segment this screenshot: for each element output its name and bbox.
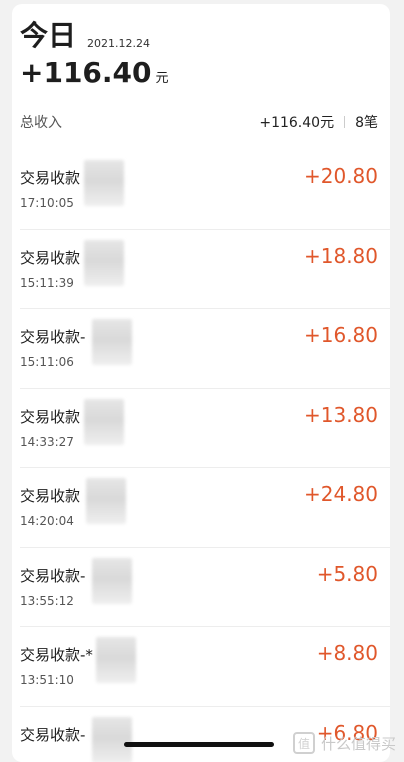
transaction-time: 13:51:10 xyxy=(20,673,74,687)
transaction-amount: +13.80 xyxy=(303,402,378,427)
transaction-row[interactable]: 交易收款 14:33:27 +13.80 xyxy=(20,389,390,468)
zhi-logo-icon: 值 xyxy=(292,732,315,754)
redacted-area xyxy=(92,557,132,604)
transaction-amount: +8.80 xyxy=(316,641,378,665)
transaction-amount: +18.80 xyxy=(303,243,378,268)
transaction-label: 交易收款 xyxy=(20,407,81,426)
summary-bar[interactable]: 总收入 +116.40元 8笔 xyxy=(20,108,378,136)
transaction-label: 交易收款- xyxy=(20,566,86,585)
summary-divider xyxy=(344,116,346,128)
transaction-time: 15:11:39 xyxy=(20,275,74,290)
redacted-area xyxy=(96,637,136,683)
summary-count: 8笔 xyxy=(355,115,378,131)
watermark: 值 什么值得买 xyxy=(292,732,396,754)
transaction-time: 14:33:27 xyxy=(20,434,74,449)
transaction-row[interactable]: 交易收款- 15:11:06 +16.80 xyxy=(20,309,390,389)
redacted-area xyxy=(86,478,126,524)
transaction-amount: +24.80 xyxy=(303,482,378,506)
summary-label: 总收入 xyxy=(20,115,62,131)
transaction-row[interactable]: 交易收款 17:10:05 +20.80 xyxy=(20,150,390,230)
redacted-area xyxy=(84,239,124,286)
transaction-amount: +16.80 xyxy=(303,323,378,347)
summary-right: +116.40元 8笔 xyxy=(259,112,378,132)
transaction-label: 交易收款-* xyxy=(20,646,93,664)
transaction-row[interactable]: 交易收款 15:11:39 +18.80 xyxy=(20,230,390,309)
transaction-row[interactable]: 交易收款- 13:55:12 +5.80 xyxy=(20,548,390,627)
transaction-time: 15:11:06 xyxy=(20,355,74,369)
transaction-amount: +5.80 xyxy=(316,561,378,586)
transaction-label: 交易收款 xyxy=(20,487,81,505)
transaction-label: 交易收款- xyxy=(20,725,86,744)
transaction-row[interactable]: 交易收款 14:20:04 +24.80 xyxy=(20,468,390,548)
transaction-label: 交易收款 xyxy=(20,248,81,267)
transaction-time: 13:55:12 xyxy=(20,593,74,608)
total-amount: +116.40 元 xyxy=(20,56,169,89)
redacted-area xyxy=(92,319,132,365)
redacted-area xyxy=(84,160,124,206)
total-amount-value: +116.40 xyxy=(20,56,152,89)
transaction-label: 交易收款- xyxy=(20,328,86,346)
total-amount-unit: 元 xyxy=(155,71,169,86)
transaction-time: 17:10:05 xyxy=(20,196,74,210)
redacted-area xyxy=(84,398,124,445)
summary-amount: +116.40元 xyxy=(259,115,335,131)
transaction-list: 交易收款 17:10:05 +20.80 交易收款 15:11:39 +18.8… xyxy=(12,150,390,762)
page-title: 今日 xyxy=(20,19,77,52)
transaction-label: 交易收款 xyxy=(20,169,81,187)
transaction-row[interactable]: 交易收款-* 13:51:10 +8.80 xyxy=(20,627,390,707)
home-indicator[interactable] xyxy=(124,742,274,747)
redacted-area xyxy=(92,716,132,762)
watermark-text: 什么值得买 xyxy=(320,734,396,753)
header-date: 2021.12.24 xyxy=(87,37,150,50)
transaction-amount: +20.80 xyxy=(303,164,378,188)
transactions-card: 今日 2021.12.24 +116.40 元 总收入 +116.40元 8笔 … xyxy=(12,4,390,762)
transaction-time: 14:20:04 xyxy=(20,514,74,528)
